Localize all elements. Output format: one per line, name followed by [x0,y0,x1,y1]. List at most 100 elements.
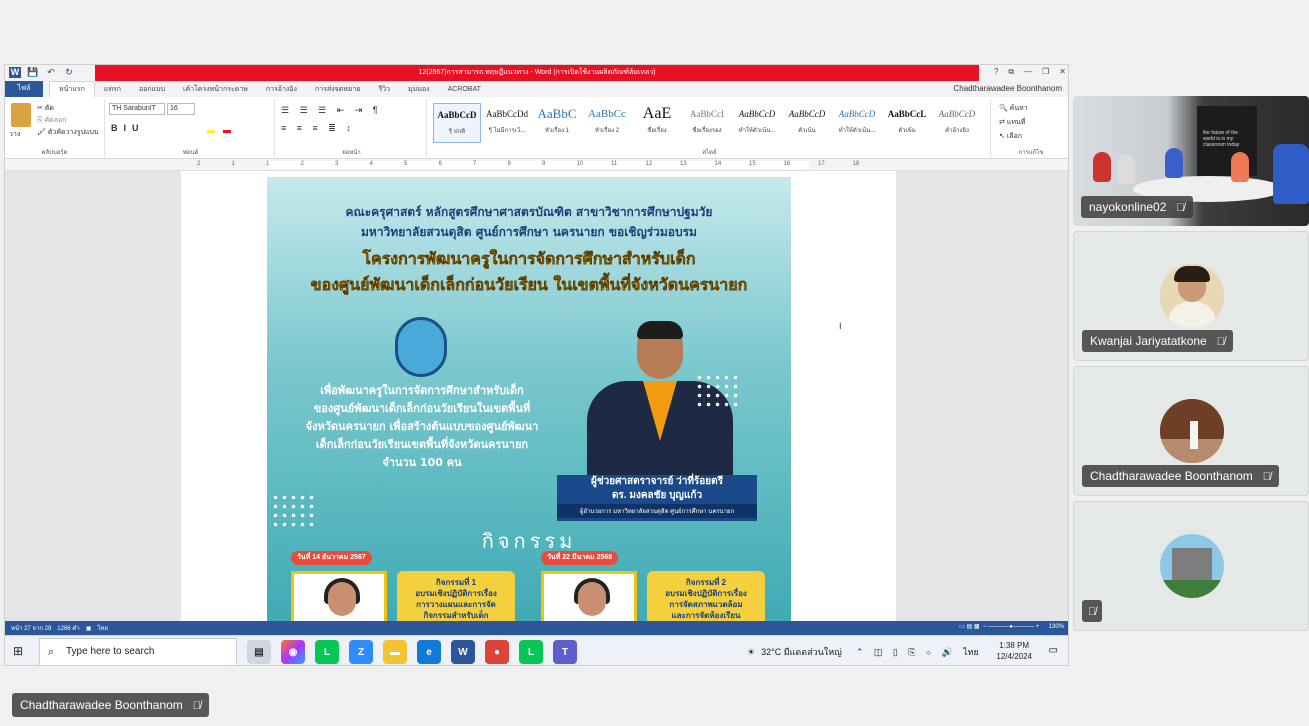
chrome-icon[interactable]: ● [485,640,509,664]
mic-muted-icon: 🎙̸ [1176,202,1185,214]
cut-button[interactable]: ✂ ตัด [37,103,54,114]
copilot-icon[interactable]: ◉ [281,640,305,664]
windows-start-icon[interactable]: ⊞ [13,644,27,658]
taskbar-search-input[interactable]: ⌕ Type here to search [39,638,237,665]
taskbar-clock[interactable]: 1:38 PM 12/4/2024 [996,640,1032,662]
style-quote[interactable]: AaBbCcD คำอ้างอิง [933,103,981,143]
copy-button[interactable]: ⎘ คัดลอก [37,115,67,126]
close-icon[interactable]: ✕ [1059,67,1066,77]
format-painter-button[interactable]: 🖌 ตัวคัดวางรูปแบบ [37,127,98,138]
clipboard-group: วาง ✂ ตัด ⎘ คัดลอก 🖌 ตัวคัดวางรูปแบบ คลิ… [5,99,105,157]
help-icon[interactable]: ? [994,67,998,77]
participant-tile-1[interactable]: the future of the world is in my classro… [1073,96,1309,226]
zoom-app-icon[interactable]: Z [349,640,373,664]
poster-image[interactable]: คณะครุศาสตร์ หลักสูตรศึกษาศาสตรบัณฑิต สา… [267,177,791,621]
highlight-icon[interactable] [207,123,215,133]
font-name-select[interactable]: TH SarabunIT [109,103,165,115]
replace-button[interactable]: ⇄ แทนที่ [999,117,1025,128]
activity-date-2: วันที่ 22 มีนาคม 2568 [541,551,619,565]
edge-browser-icon[interactable]: e [417,640,441,664]
tab-references[interactable]: การอ้างอิง [257,84,306,95]
ruler-number: 17 [818,161,825,167]
tab-layout[interactable]: เค้าโครงหน้ากระดาษ [174,84,257,95]
style-heading-2[interactable]: AaBbCc หัวเรื่อง 2 [583,103,631,143]
style-normal[interactable]: AaBbCcD ¶ ปกติ [433,103,481,143]
ruler-text-area [267,161,809,169]
page-count[interactable]: หน้า 27 จาก 29 [11,623,51,633]
tab-insert[interactable]: แทรก [95,84,130,95]
clock-date: 12/4/2024 [996,652,1032,661]
undo-icon[interactable]: ↶ [45,67,57,78]
restore-icon[interactable]: ❐ [1042,67,1049,77]
tab-acrobat[interactable]: ACROBAT [439,86,490,93]
participant-tile-2[interactable]: Kwanjai Jariyatatkone 🎙̸ [1073,231,1309,361]
tab-file[interactable]: ไฟล์ [5,81,43,97]
tab-review[interactable]: รีวิว [369,84,399,95]
ruler-number: 16 [783,161,791,167]
language-indicator[interactable]: ไทย [97,623,108,633]
style-title[interactable]: AaE ชื่อเรื่อง [633,103,681,143]
notification-icon[interactable]: ▭ [1049,645,1058,656]
signed-in-user[interactable]: Chadtharawadee Boonthanom [953,84,1062,93]
word-taskbar-icon[interactable]: W [451,640,475,664]
weather-icon[interactable]: ☀ [747,647,755,658]
list-buttons[interactable]: ☰ ☰ ☰ ⇤ ⇥ ¶ [281,105,382,116]
weather-text[interactable]: 32°C มีแดดส่วนใหญ่ [761,645,842,659]
task-view-icon[interactable]: ▤ [247,640,271,664]
mic-muted-icon: 🎙̸ [1216,336,1225,348]
font-size-select[interactable]: 16 [167,103,195,115]
poster-body-2: ของศูนย์พัฒนาเด็กเล็กก่อนวัยเรียนในเขตพื… [313,402,531,415]
style-strong[interactable]: AaBbCcL ตัวเข้ม [883,103,931,143]
ribbon-display-icon[interactable]: ⧉ [1008,67,1014,77]
teams-icon[interactable]: T [553,640,577,664]
tab-view[interactable]: มุมมอง [399,84,438,95]
save-icon[interactable]: 💾 [27,67,39,78]
ruler-number: 7 [473,161,477,167]
font-group: TH SarabunIT 16 BIU ฟอนต์ [107,99,275,157]
tab-mailings[interactable]: การส่งจดหมาย [306,84,370,95]
styles-group-label: สไตล์ [702,150,717,156]
document-area[interactable]: คณะครุศาสตร์ หลักสูตรศึกษาศาสตรบัณฑิต สา… [5,171,1068,621]
line-app-icon[interactable]: L [315,640,339,664]
activity-2-line-2: อบรมเชิงปฏิบัติการเรื่อง [665,589,747,598]
tab-design[interactable]: ออกแบบ [130,84,174,95]
line-app-icon[interactable]: L [519,640,543,664]
activity-1-line-2: อบรมเชิงปฏิบัติการเรื่อง [415,589,497,598]
proofing-icon[interactable]: ▣ [86,625,92,632]
minimize-icon[interactable]: — [1024,67,1032,77]
paste-label[interactable]: วาง [9,129,20,140]
ruler-number: 2 [197,161,201,167]
file-explorer-icon[interactable]: ▬ [383,640,407,664]
paste-icon[interactable] [11,103,31,127]
style-subtle-emphasis[interactable]: AaBbCcD ทำให้ตัวเน้น... [733,103,781,143]
participant-tile-3[interactable]: Chadtharawadee Boonthanom 🎙̸ [1073,366,1309,496]
ruler-number: 10 [576,161,584,167]
poster-headline-2: ของศูนย์พัฒนาเด็กเล็กก่อนวัยเรียน ในเขตพ… [310,275,748,294]
style-emphasis[interactable]: AaBbCcD ตัวเน้น [783,103,831,143]
tab-home[interactable]: หน้าแรก [49,81,95,97]
activity-speaker-photo-1 [291,571,387,621]
font-color-icon[interactable] [223,123,231,133]
find-button[interactable]: 🔍 ค้นหา [999,103,1028,114]
horizontal-ruler[interactable]: 2 1 1 2 3 4 5 6 7 8 9 10 11 12 13 14 15 16 17 18 [5,159,1068,171]
participant-name: Kwanjai Jariyatatkone [1090,334,1207,348]
style-intense-emphasis[interactable]: AaBbCcD ทำให้ตัวเน้น... [833,103,881,143]
style-no-spacing[interactable]: AaBbCcDd ¶ ไม่มีการเว้... [483,103,531,143]
style-subtitle[interactable]: AaBbCcI ชื่อเรื่องรอง [683,103,731,143]
input-language[interactable]: ไทย [963,645,979,659]
font-group-label: ฟอนต์ [182,150,199,156]
word-count[interactable]: 1266 คำ [57,623,79,633]
font-format-buttons[interactable]: BIU [111,123,145,133]
align-buttons[interactable]: ≡ ≡ ≡ ≣ ↕ [281,123,355,134]
redo-icon[interactable]: ↻ [63,67,75,78]
ruler-number: 4 [369,161,373,167]
tray-icons[interactable]: ⌃ ◫ ▯ ⎘ ⌔ 🔊 [856,647,957,658]
style-heading-1[interactable]: AaBbC หัวเรื่อง 1 [533,103,581,143]
zoom-level[interactable]: ▭ ▤ ▦ − ─────●───── + 130% [959,623,1064,630]
ruler-number: 8 [507,161,511,167]
editing-group: 🔍 ค้นหา ⇄ แทนที่ ↖ เลือก การแก้ไข [995,99,1067,157]
ruler-number: 11 [611,161,618,167]
participant-tile-4[interactable]: 🎙̸ [1073,501,1309,631]
select-button[interactable]: ↖ เลือก [999,131,1022,142]
activity-1-line-1: กิจกรรมที่ 1 [435,578,477,587]
